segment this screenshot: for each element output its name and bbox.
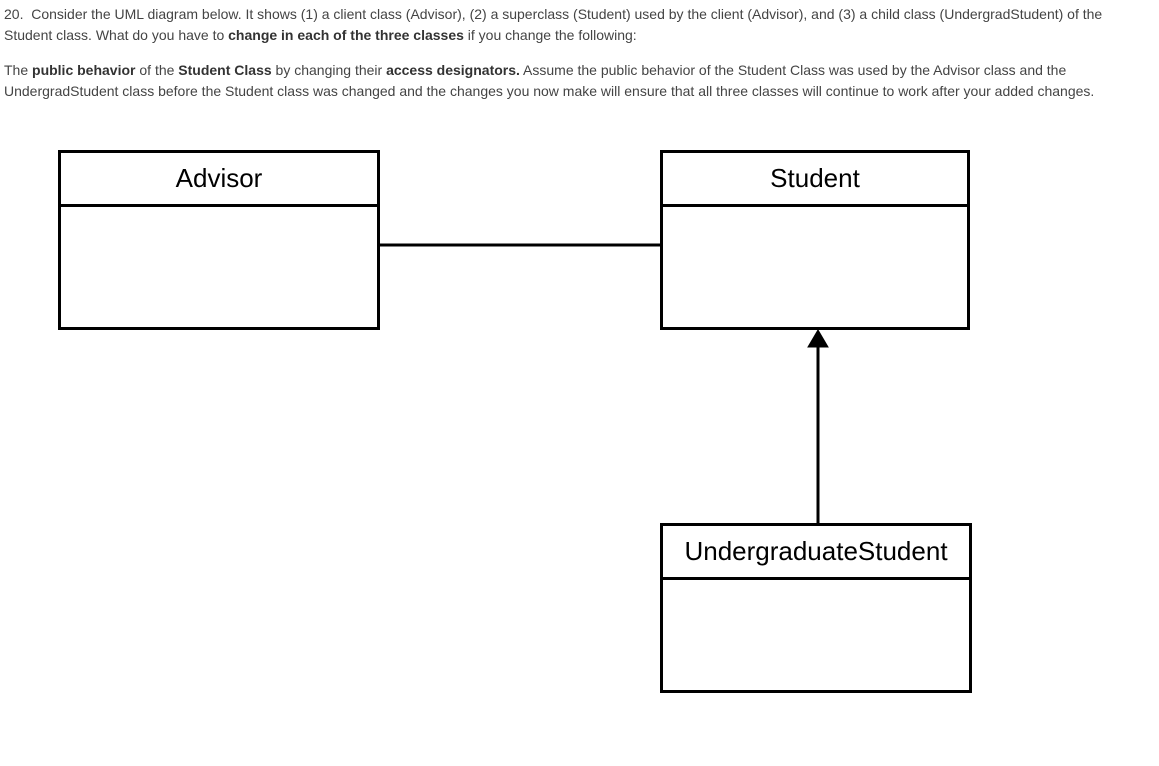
uml-class-advisor: Advisor: [58, 150, 380, 330]
uml-class-undergrad-title: UndergraduateStudent: [663, 526, 969, 580]
uml-class-advisor-body: [61, 207, 377, 327]
q2-b2: Student Class: [178, 62, 271, 78]
q2-b3: access designators.: [386, 62, 520, 78]
q-intro-tail: if you change the following:: [464, 27, 637, 43]
uml-class-student-body: [663, 207, 967, 327]
question-paragraph-2: The public behavior of the Student Class…: [4, 60, 1153, 102]
uml-class-advisor-title: Advisor: [61, 153, 377, 207]
uml-class-undergrad-body: [663, 580, 969, 690]
q2-m1: of the: [135, 62, 178, 78]
q-intro-bold: change in each of the three classes: [228, 27, 464, 43]
question-text: 20. Consider the UML diagram below. It s…: [0, 0, 1159, 102]
uml-class-student-title: Student: [663, 153, 967, 207]
question-number: 20.: [4, 6, 23, 22]
uml-class-undergrad: UndergraduateStudent: [660, 523, 972, 693]
q2-start: The: [4, 62, 32, 78]
q2-m2: by changing their: [272, 62, 386, 78]
question-paragraph-1: 20. Consider the UML diagram below. It s…: [4, 4, 1153, 46]
generalization-arrowhead: [808, 330, 828, 347]
uml-class-student: Student: [660, 150, 970, 330]
q2-b1: public behavior: [32, 62, 135, 78]
uml-diagram: Advisor Student UndergraduateStudent: [0, 115, 1159, 735]
